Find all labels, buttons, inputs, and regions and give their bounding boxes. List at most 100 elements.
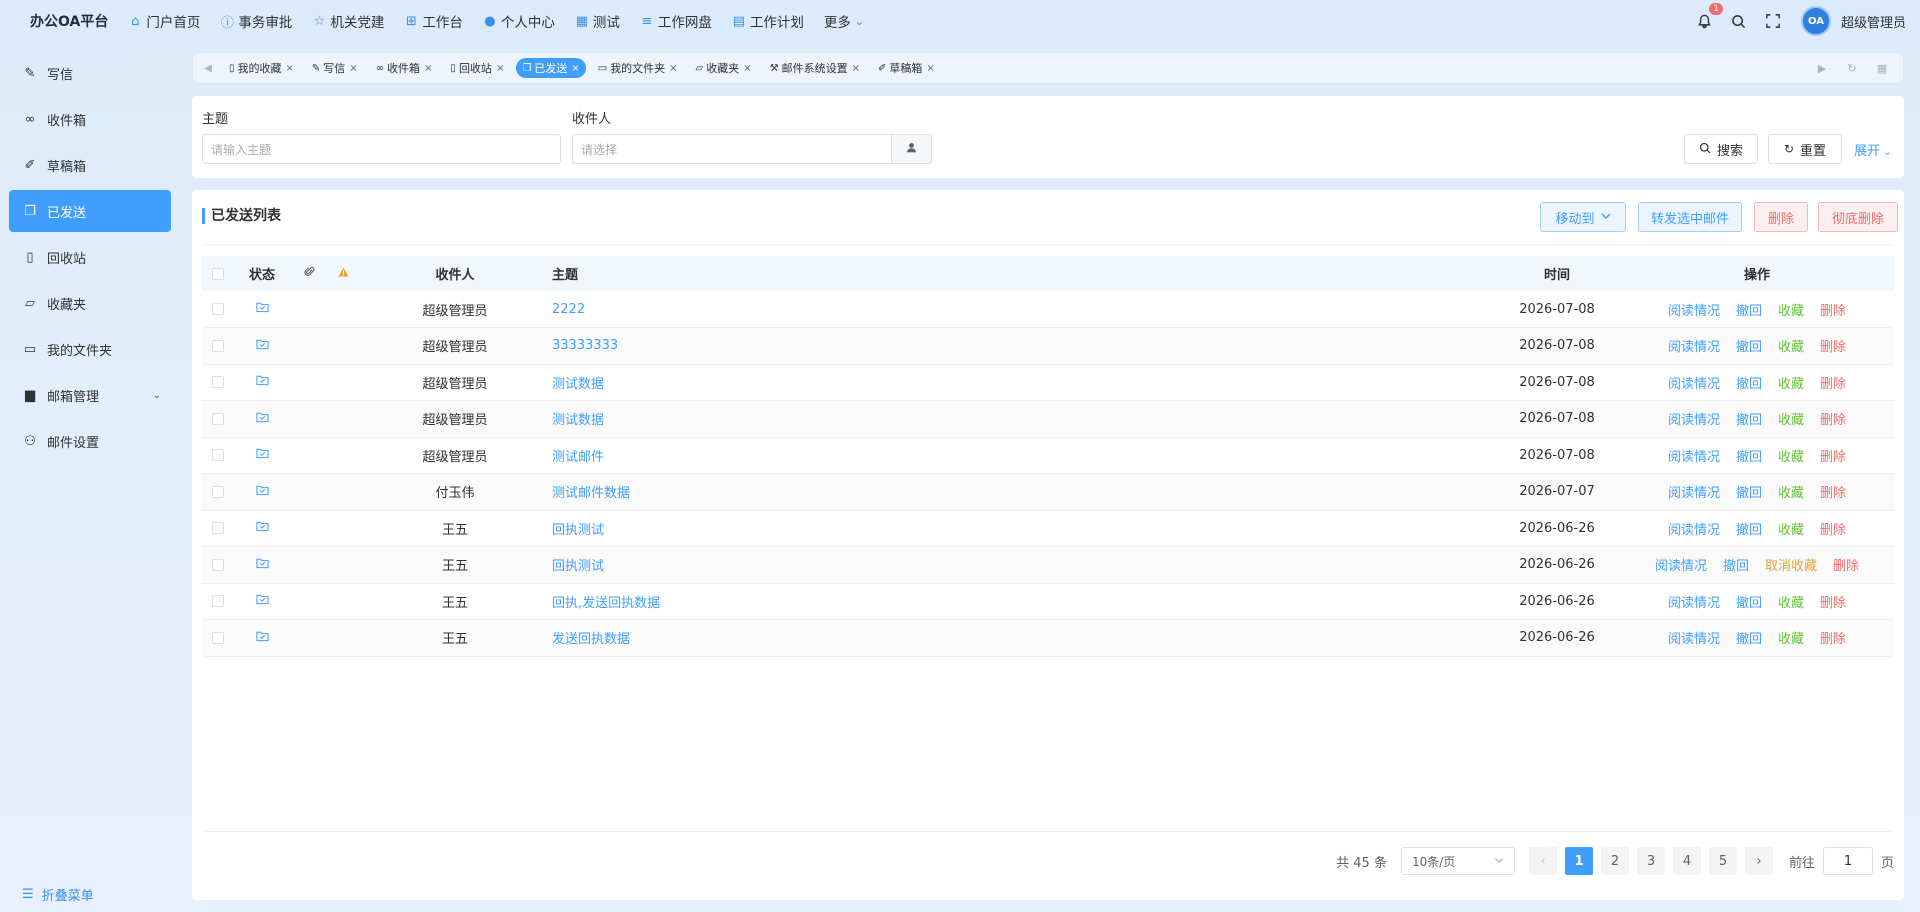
page-number-button[interactable]: 4 (1672, 847, 1701, 875)
delete-link[interactable]: 删除 (1820, 377, 1846, 392)
username[interactable]: 超级管理员 (1841, 12, 1906, 31)
row-checkbox[interactable] (212, 631, 224, 644)
top-nav-item[interactable]: ▦ 测试 (575, 11, 620, 32)
fullscreen-icon[interactable] (1763, 11, 1783, 31)
page-number-button[interactable]: 1 (1564, 847, 1593, 875)
table-row[interactable]: 超级管理员 测试数据 2026-07-08 阅读情况 撤回 收藏 删除 (202, 400, 1894, 438)
delete-link[interactable]: 删除 (1820, 632, 1846, 647)
tab-item[interactable]: ▯ 回收站 × (444, 58, 510, 78)
page-number-button[interactable]: 2 (1600, 847, 1629, 875)
delete-link[interactable]: 删除 (1833, 559, 1859, 574)
top-nav-item[interactable]: ● 个人中心 (483, 11, 555, 32)
close-icon[interactable]: × (571, 63, 579, 74)
sidebar-item[interactable]: ▯ 回收站 (9, 236, 171, 278)
table-row[interactable]: 超级管理员 2222 2026-07-08 阅读情况 撤回 收藏 删除 (202, 291, 1894, 328)
refresh-icon[interactable]: ↻ (1837, 62, 1867, 75)
sidebar-item[interactable]: ✎ 写信 (9, 52, 171, 94)
sidebar-item[interactable]: ▭ 我的文件夹 (9, 328, 171, 370)
sidebar-item[interactable]: ❐ 已发送 (9, 190, 171, 232)
sidebar-item[interactable]: ▱ 收藏夹 (9, 282, 171, 324)
favorite-link[interactable]: 收藏 (1778, 486, 1804, 501)
expand-link[interactable]: 展开 ⌄ (1854, 140, 1892, 159)
table-row[interactable]: 王五 回执测试 2026-06-26 阅读情况 撤回 取消收藏 删除 (202, 546, 1894, 584)
recall-link[interactable]: 撤回 (1736, 304, 1762, 319)
page-number-button[interactable]: 5 (1708, 847, 1737, 875)
page-number-button[interactable]: 3 (1636, 847, 1665, 875)
recipient-select[interactable]: 请选择 (572, 134, 892, 164)
favorite-link[interactable]: 收藏 (1778, 377, 1804, 392)
subject-link[interactable]: 33333333 (552, 338, 618, 353)
subject-link[interactable]: 发送回执数据 (552, 632, 630, 647)
recall-link[interactable]: 撤回 (1736, 523, 1762, 538)
collapse-menu-button[interactable]: ☰ 折叠菜单 (22, 885, 94, 904)
read-status-link[interactable]: 阅读情况 (1655, 559, 1707, 574)
tab-scroll-left-icon[interactable]: ◀ (193, 63, 223, 74)
close-icon[interactable]: × (743, 63, 751, 74)
favorite-link[interactable]: 收藏 (1778, 632, 1804, 647)
delete-button[interactable]: 删除 (1754, 202, 1808, 232)
tab-grid-icon[interactable]: ▦ (1867, 62, 1897, 75)
row-checkbox[interactable] (212, 595, 224, 608)
subject-link[interactable]: 回执测试 (552, 523, 604, 538)
notification-bell-icon[interactable]: 1 (1695, 3, 1723, 31)
close-icon[interactable]: × (496, 63, 504, 74)
top-nav-item[interactable]: ▤ 工作计划 (732, 11, 804, 32)
recall-link[interactable]: 撤回 (1736, 450, 1762, 465)
close-icon[interactable]: × (424, 63, 432, 74)
row-checkbox[interactable] (212, 485, 224, 498)
delete-link[interactable]: 删除 (1820, 304, 1846, 319)
subject-link[interactable]: 回执测试 (552, 559, 604, 574)
top-nav-item[interactable]: ☆ 机关党建 (312, 11, 385, 32)
read-status-link[interactable]: 阅读情况 (1668, 304, 1720, 319)
tab-item[interactable]: ▱ 收藏夹 × (690, 58, 758, 78)
subject-link[interactable]: 测试数据 (552, 377, 604, 392)
top-nav-item[interactable]: ⊞ 工作台 (404, 11, 463, 32)
recall-link[interactable]: 撤回 (1736, 413, 1762, 428)
close-icon[interactable]: × (852, 63, 860, 74)
search-button[interactable]: 搜索 (1684, 134, 1758, 164)
search-icon[interactable] (1729, 11, 1749, 31)
tab-item[interactable]: ❐ 已发送 × (516, 58, 586, 78)
top-nav-item[interactable]: 更多 ⌄ (824, 11, 864, 32)
tab-item[interactable]: ▯ 我的收藏 × (223, 58, 300, 78)
row-checkbox[interactable] (212, 412, 224, 425)
subject-link[interactable]: 回执,发送回执数据 (552, 596, 660, 611)
subject-link[interactable]: 2222 (552, 302, 585, 317)
tab-item[interactable]: ∞ 收件箱 × (370, 58, 439, 78)
delete-link[interactable]: 删除 (1820, 523, 1846, 538)
read-status-link[interactable]: 阅读情况 (1668, 523, 1720, 538)
recall-link[interactable]: 撤回 (1736, 596, 1762, 611)
top-nav-item[interactable]: ≡ 工作网盘 (640, 11, 711, 32)
reset-button[interactable]: ↻ 重置 (1768, 134, 1842, 164)
recall-link[interactable]: 撤回 (1736, 486, 1762, 501)
table-row[interactable]: 超级管理员 33333333 2026-07-08 阅读情况 撤回 收藏 删除 (202, 327, 1894, 365)
table-row[interactable]: 超级管理员 测试邮件 2026-07-08 阅读情况 撤回 收藏 删除 (202, 437, 1894, 474)
forward-selected-button[interactable]: 转发选中邮件 (1638, 202, 1742, 232)
row-checkbox[interactable] (212, 522, 224, 535)
tab-item[interactable]: ⚒ 邮件系统设置 × (764, 58, 866, 78)
sidebar-item[interactable]: ∞ 收件箱 (9, 98, 171, 140)
move-to-button[interactable]: 移动到 (1540, 202, 1626, 232)
delete-link[interactable]: 删除 (1820, 596, 1846, 611)
recall-link[interactable]: 撤回 (1736, 340, 1762, 355)
page-size-select[interactable]: 10条/页 (1400, 847, 1515, 875)
recall-link[interactable]: 撤回 (1723, 559, 1749, 574)
sidebar-item[interactable]: ✐ 草稿箱 (9, 144, 171, 186)
close-icon[interactable]: × (926, 63, 934, 74)
tab-item[interactable]: ✐ 草稿箱 × (872, 58, 941, 78)
top-nav-item[interactable]: ⌂ 门户首页 (128, 11, 200, 32)
read-status-link[interactable]: 阅读情况 (1668, 486, 1720, 501)
favorite-link[interactable]: 收藏 (1778, 450, 1804, 465)
favorite-link[interactable]: 收藏 (1778, 413, 1804, 428)
unfavorite-link[interactable]: 取消收藏 (1765, 559, 1817, 574)
subject-link[interactable]: 测试数据 (552, 413, 604, 428)
table-row[interactable]: 王五 回执,发送回执数据 2026-06-26 阅读情况 撤回 收藏 删除 (202, 583, 1894, 620)
goto-page-input[interactable]: 1 (1822, 847, 1873, 875)
subject-link[interactable]: 测试邮件数据 (552, 486, 630, 501)
subject-input[interactable]: 请输入主题 (202, 134, 561, 164)
row-checkbox[interactable] (212, 303, 224, 315)
table-row[interactable]: 付玉伟 测试邮件数据 2026-07-07 阅读情况 撤回 收藏 删除 (202, 473, 1894, 511)
read-status-link[interactable]: 阅读情况 (1668, 450, 1720, 465)
avatar[interactable]: OA (1800, 6, 1831, 36)
recipient-picker-button[interactable] (892, 134, 932, 164)
